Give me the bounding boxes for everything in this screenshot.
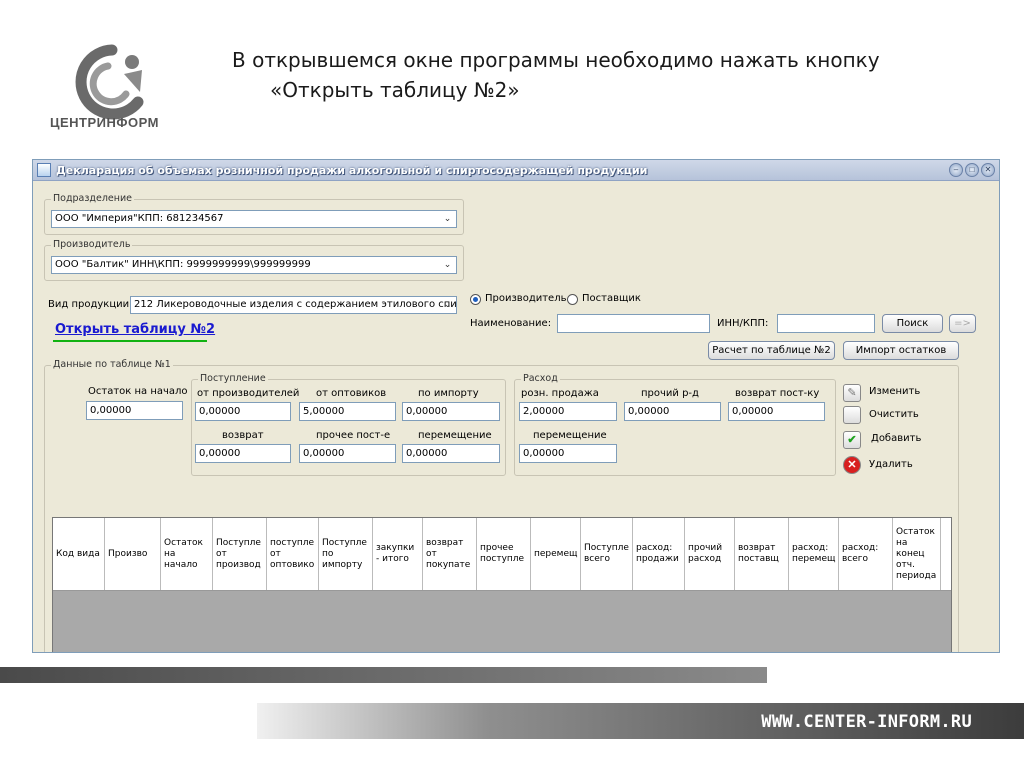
grid-column-header[interactable]: Поступле от производ	[213, 518, 267, 590]
income-return-label: возврат	[222, 430, 264, 441]
chevron-down-icon: ⌄	[443, 300, 452, 310]
grid-column-header[interactable]: возврат поставщ	[735, 518, 789, 590]
radio-supplier[interactable]	[567, 294, 578, 305]
expense-label: Расход	[521, 373, 560, 384]
income-move-label: перемещение	[418, 430, 492, 441]
calc-table-2-button[interactable]: Расчет по таблице №2	[708, 341, 835, 360]
product-type-value: 212 Ликероводочные изделия с содержанием…	[134, 299, 457, 310]
add-checkmark-icon[interactable]: ✔	[843, 431, 861, 449]
edit-icon[interactable]: ✎	[843, 384, 861, 402]
income-import-label: по импорту	[418, 388, 479, 399]
logo-text: ЦЕНТРИНФОРМ	[50, 115, 159, 130]
product-type-label: Вид продукции:	[48, 299, 133, 310]
producer-label: Производитель	[51, 239, 133, 250]
grid-column-header[interactable]: расход: перемещ	[789, 518, 839, 590]
radio-producer-label: Производитель	[485, 293, 567, 304]
grid-column-header[interactable]: Поступле по импорту	[319, 518, 373, 590]
declaration-grid[interactable]: Код вида Произво Остаток на начало Поступле…	[52, 517, 952, 652]
window-app-icon	[37, 163, 51, 177]
grid-header: Код вида Произво Остаток на начало Поступле…	[53, 518, 951, 591]
subdivision-value: ООО "Империя"КПП: 681234567	[55, 213, 224, 224]
grid-column-header[interactable]: Произво	[105, 518, 161, 590]
chevron-down-icon: ⌄	[443, 260, 452, 270]
grid-column-header[interactable]: Остаток на начало	[161, 518, 213, 590]
grid-column-header[interactable]: закупки - итого	[373, 518, 423, 590]
expense-move-input[interactable]: 0,00000	[519, 444, 617, 463]
footer-bar-top	[0, 667, 767, 683]
clear-icon[interactable]	[843, 406, 861, 424]
inn-label: ИНН/КПП:	[717, 318, 769, 329]
expense-retail-label: розн. продажа	[521, 388, 599, 399]
heading-line-1: В открывшемся окне программы необходимо …	[232, 48, 880, 72]
subdivision-label: Подразделение	[51, 193, 134, 204]
expense-other-input[interactable]: 0,00000	[624, 402, 721, 421]
search-button[interactable]: Поиск	[882, 314, 943, 333]
minimize-icon[interactable]: –	[949, 163, 963, 177]
chevron-down-icon: ⌄	[443, 214, 452, 224]
expense-retail-input[interactable]: 2,00000	[519, 402, 617, 421]
grid-column-header[interactable]: поступле от оптовико	[267, 518, 319, 590]
product-type-select[interactable]: 212 Ликероводочные изделия с содержанием…	[130, 296, 457, 314]
income-import-input[interactable]: 0,00000	[402, 402, 500, 421]
import-remains-button[interactable]: Импорт остатков	[843, 341, 959, 360]
expense-move-label: перемещение	[533, 430, 607, 441]
subdivision-select[interactable]: ООО "Империя"КПП: 681234567 ⌄	[51, 210, 457, 228]
income-return-input[interactable]: 0,00000	[195, 444, 291, 463]
expense-return-label: возврат пост-ку	[735, 388, 820, 399]
slide-heading: В открывшемся окне программы необходимо …	[232, 45, 952, 105]
clear-button-label[interactable]: Очистить	[869, 409, 919, 420]
table1-data-label: Данные по таблице №1	[51, 359, 173, 370]
delete-x-icon[interactable]: ✕	[843, 456, 861, 474]
edit-button-label[interactable]: Изменить	[869, 386, 920, 397]
start-remain-input[interactable]: 0,00000	[86, 401, 183, 420]
expense-other-label: прочий р-д	[641, 388, 699, 399]
add-button-label[interactable]: Добавить	[871, 433, 921, 444]
grid-column-header[interactable]: прочее поступле	[477, 518, 531, 590]
grid-column-header[interactable]: возврат от покупате	[423, 518, 477, 590]
link-highlight-underline	[53, 340, 207, 342]
window-titlebar[interactable]: Декларация об объемах розничной продажи …	[33, 160, 999, 181]
name-label: Наименование:	[470, 318, 552, 329]
arrow-button[interactable]: =>	[949, 314, 976, 333]
start-remain-label: Остаток на начало	[88, 386, 188, 397]
grid-column-header[interactable]: Код вида	[53, 518, 105, 590]
maximize-icon[interactable]: □	[965, 163, 979, 177]
grid-column-header[interactable]: перемещ	[531, 518, 581, 590]
expense-return-input[interactable]: 0,00000	[728, 402, 825, 421]
window-title: Декларация об объемах розничной продажи …	[56, 163, 648, 177]
heading-line-2: «Открыть таблицу №2»	[270, 78, 520, 102]
website-url: WWW.CENTER-INFORM.RU	[761, 712, 972, 732]
window-controls: – □ ✕	[949, 163, 995, 177]
income-from-wholesale-input[interactable]: 5,00000	[299, 402, 396, 421]
grid-column-header[interactable]: Поступле всего	[581, 518, 633, 590]
income-other-label: прочее пост-е	[316, 430, 391, 441]
income-from-producers-input[interactable]: 0,00000	[195, 402, 291, 421]
income-from-producers-label: от производителей	[197, 388, 300, 399]
grid-column-header[interactable]: расход: продажи	[633, 518, 685, 590]
name-input[interactable]	[557, 314, 710, 333]
income-from-wholesale-label: от оптовиков	[316, 388, 387, 399]
radio-producer[interactable]	[470, 294, 481, 305]
declaration-window: Декларация об объемах розничной продажи …	[32, 159, 1000, 653]
income-label: Поступление	[198, 373, 268, 384]
inn-input[interactable]	[777, 314, 875, 333]
producer-value: ООО "Балтик" ИНН\КПП: 9999999999\9999999…	[55, 259, 311, 270]
grid-column-header[interactable]: прочий расход	[685, 518, 735, 590]
radio-supplier-label: Поставщик	[582, 293, 641, 304]
close-icon[interactable]: ✕	[981, 163, 995, 177]
income-move-input[interactable]: 0,00000	[402, 444, 500, 463]
open-table-2-link[interactable]: Открыть таблицу №2	[55, 322, 215, 337]
grid-column-header[interactable]: расход: всего	[839, 518, 893, 590]
grid-column-header[interactable]: Остаток на конец отч. периода	[893, 518, 941, 590]
producer-select[interactable]: ООО "Балтик" ИНН\КПП: 9999999999\9999999…	[51, 256, 457, 274]
delete-button-label[interactable]: Удалить	[869, 459, 913, 470]
income-other-input[interactable]: 0,00000	[299, 444, 396, 463]
